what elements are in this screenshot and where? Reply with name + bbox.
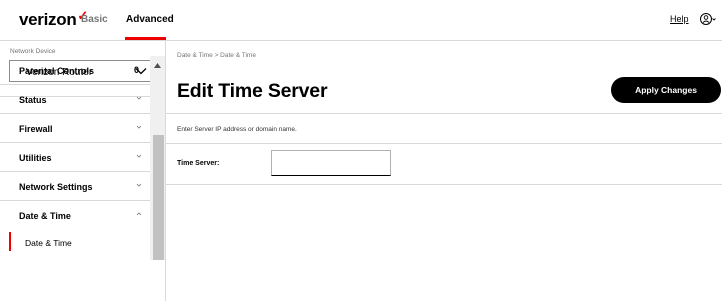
chevron-down-icon <box>136 96 142 100</box>
sidebar-item-date-time[interactable]: Date & Time <box>0 201 150 230</box>
sidebar-item-network-settings[interactable]: Network Settings <box>0 172 150 201</box>
verizon-logo[interactable]: verizon✓ <box>19 8 88 30</box>
sidebar-item-parental-controls[interactable]: Parental Controls 0 <box>0 56 150 85</box>
divider <box>166 143 722 144</box>
divider <box>166 184 722 185</box>
page-title: Edit Time Server <box>177 80 328 102</box>
scroll-up-arrow-icon[interactable] <box>154 63 161 68</box>
sidebar-item-status[interactable]: Status <box>0 85 150 114</box>
tab-basic[interactable]: Basic <box>81 14 108 25</box>
chevron-up-icon <box>136 212 142 216</box>
chevron-down-icon <box>136 154 142 158</box>
time-server-input[interactable] <box>271 150 391 176</box>
chevron-down-icon <box>136 125 142 129</box>
sidebar-item-label: Firewall <box>19 124 53 134</box>
active-item-indicator <box>9 232 11 251</box>
sidebar-item-utilities[interactable]: Utilities <box>0 143 150 172</box>
sidebar-item-label: Utilities <box>19 153 52 163</box>
sidebar-scrollbar-thumb[interactable] <box>153 135 164 260</box>
sidebar-item-label: Parental Controls <box>19 66 95 76</box>
sidebar-item-label: Network Settings <box>19 182 93 192</box>
instructions-text: Enter Server IP address or domain name. <box>177 126 297 133</box>
chevron-down-icon <box>136 183 142 187</box>
top-bar: verizon✓ Basic Advanced Help <box>0 0 722 41</box>
user-icon[interactable] <box>700 12 716 26</box>
help-link[interactable]: Help <box>670 14 689 24</box>
network-device-label: Network Device <box>10 48 56 55</box>
tab-advanced[interactable]: Advanced <box>126 14 174 25</box>
apply-changes-button[interactable]: Apply Changes <box>611 77 721 103</box>
divider <box>166 113 722 114</box>
sidebar-item-firewall[interactable]: Firewall <box>0 114 150 143</box>
sidebar-item-label: Status <box>19 95 47 105</box>
active-tab-underline <box>125 37 166 40</box>
sidebar-subitem-label: Date & Time <box>25 238 72 248</box>
breadcrumb[interactable]: Date & Time > Date & Time <box>177 52 256 59</box>
sidebar-item-label: Date & Time <box>19 211 71 221</box>
time-server-label: Time Server: <box>177 160 220 167</box>
parental-controls-count: 0 <box>134 65 140 75</box>
sidebar-subitem-date-time[interactable]: Date & Time <box>0 230 150 259</box>
